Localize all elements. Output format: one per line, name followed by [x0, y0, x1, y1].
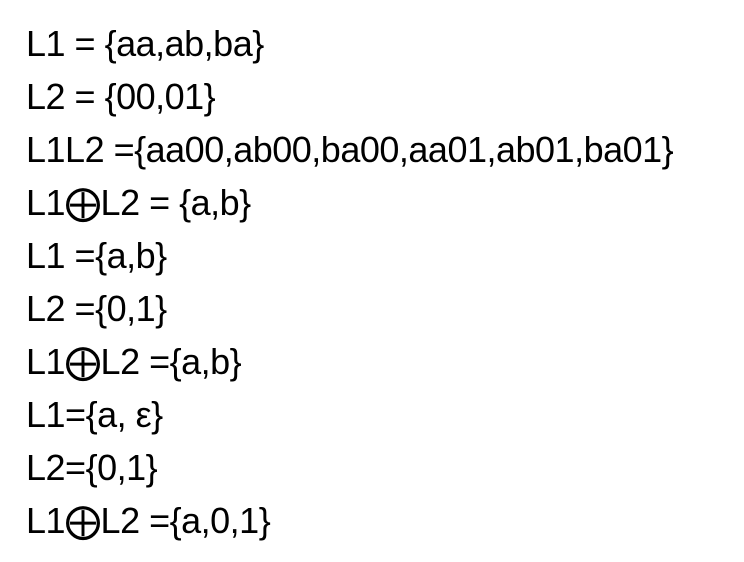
expression-line-6: L2 ={0,1}: [26, 288, 167, 329]
expression-line-8: L1={a, ε}: [26, 394, 163, 435]
expression-line-9: L2={0,1}: [26, 447, 158, 488]
expression-line-3: L1L2 ={aa00,ab00,ba00,aa01,ab01,ba01}: [26, 129, 674, 170]
expression-line-10: L1⨁L2 ={a,0,1}: [26, 500, 271, 541]
expression-line-4: L1⨁L2 = {a,b}: [26, 182, 251, 223]
expression-line-7: L1⨁L2 ={a,b}: [26, 341, 242, 382]
slide-page: L1 = {aa,ab,ba} L2 = {00,01} L1L2 ={aa00…: [0, 0, 744, 562]
expression-line-2: L2 = {00,01}: [26, 76, 216, 117]
expression-list: L1 = {aa,ab,ba} L2 = {00,01} L1L2 ={aa00…: [26, 17, 674, 547]
expression-line-1: L1 = {aa,ab,ba}: [26, 23, 264, 64]
expression-line-5: L1 ={a,b}: [26, 235, 167, 276]
